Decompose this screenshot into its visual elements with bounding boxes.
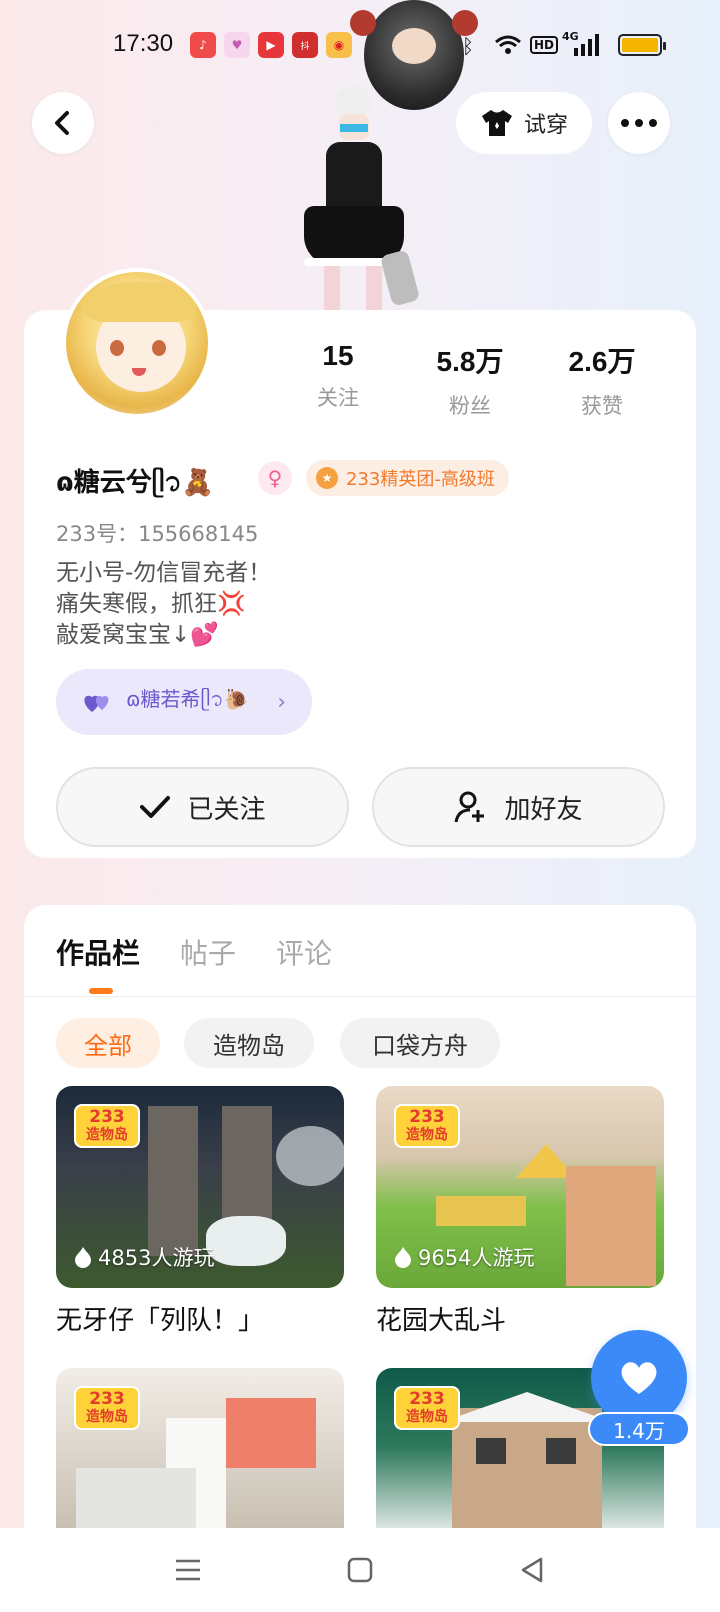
relation-name: ɷ糖若希ᥫ᭡🐌 [126, 687, 249, 711]
weibo-app-icon: ◉ [326, 32, 352, 58]
music-app-icon: ♪ [190, 32, 216, 58]
tab-bar: 作品栏 帖子 评论 [56, 932, 332, 972]
followed-button[interactable]: 已关注 [56, 767, 349, 847]
stat-fans-value: 5.8万 [436, 346, 504, 377]
user-id[interactable]: 233号：155668145 [56, 518, 258, 548]
tshirt-icon [481, 110, 512, 136]
stat-likes-value: 2.6万 [568, 346, 636, 377]
flame-icon [75, 1247, 91, 1268]
stat-likes-label: 获赞 [581, 394, 623, 418]
stat-following-value: 15 [322, 340, 354, 371]
tab-indicator [89, 988, 113, 994]
bio: 无小号-勿信冒充者！ 痛失寒假，抓狂💢 敲爱窝宝宝↓💕 [56, 558, 271, 651]
female-gender-icon: ♀ [258, 461, 292, 495]
status-time: 17:30 [113, 30, 174, 57]
stat-fans-label: 粉丝 [449, 394, 491, 418]
work-thumbnail[interactable]: 233 造物岛 9654人游玩 [376, 1086, 664, 1288]
check-icon [140, 796, 171, 818]
filter-pocket-ark[interactable]: 口袋方舟 [340, 1018, 500, 1068]
more-dots-icon [621, 119, 657, 127]
news-app-icon: 抖 [292, 32, 318, 58]
play-count: 9654人游玩 [394, 1242, 534, 1272]
bio-line: 敲爱窝宝宝↓💕 [56, 622, 219, 648]
game-logo: 233 造物岛 [74, 1104, 140, 1148]
try-on-button[interactable]: 试穿 [456, 92, 592, 154]
home-square-icon[interactable] [340, 1550, 380, 1590]
tab-posts[interactable]: 帖子 [180, 932, 236, 972]
add-user-icon [455, 791, 485, 823]
flame-icon [395, 1247, 411, 1268]
elite-badge[interactable]: ★ 233精英团-高级班 [306, 460, 509, 496]
double-heart-icon [84, 695, 109, 712]
stat-following-label: 关注 [317, 386, 359, 410]
try-on-label: 试穿 [523, 113, 568, 138]
tab-comments[interactable]: 评论 [276, 932, 332, 972]
game-logo: 233 造物岛 [74, 1386, 140, 1430]
filter-creation-island[interactable]: 造物岛 [184, 1018, 314, 1068]
hd-icon: HD [530, 36, 559, 54]
add-friend-button[interactable]: 加好友 [372, 767, 665, 847]
work-thumbnail[interactable]: 233 造物岛 [56, 1368, 344, 1528]
game-logo: 233 造物岛 [394, 1386, 460, 1430]
heart-icon [621, 1362, 657, 1394]
username: ɷ糖云兮ᥫ᭡🧸 [56, 468, 215, 498]
add-friend-label: 加好友 [504, 794, 583, 825]
stat-fans[interactable]: 5.8万 粉丝 [400, 340, 540, 420]
medal-icon: ★ [316, 467, 338, 489]
back-triangle-icon[interactable] [512, 1550, 552, 1590]
back-button[interactable] [32, 92, 94, 154]
game-logo: 233 造物岛 [394, 1104, 460, 1148]
battery-icon [618, 34, 666, 56]
chevron-right-icon: › [277, 689, 286, 715]
menu-icon[interactable] [168, 1550, 208, 1590]
filter-all[interactable]: 全部 [56, 1018, 160, 1068]
followed-label: 已关注 [187, 794, 266, 825]
work-title[interactable]: 无牙仔「列队！」 [56, 1300, 264, 1337]
divider [24, 996, 696, 997]
chat-app-icon: ♥ [224, 32, 250, 58]
elite-badge-label: 233精英团-高级班 [346, 469, 495, 490]
like-count: 1.4万 [588, 1412, 690, 1446]
relation-pill[interactable]: ɷ糖若希ᥫ᭡🐌 › [56, 669, 312, 735]
work-thumbnail[interactable]: 233 造物岛 4853人游玩 [56, 1086, 344, 1288]
play-count: 4853人游玩 [74, 1242, 214, 1272]
profile-avatar[interactable] [62, 268, 212, 418]
bio-line: 无小号-勿信冒充者！ [56, 560, 272, 586]
stat-following[interactable]: 15 关注 [268, 340, 408, 412]
work-title[interactable]: 花园大乱斗 [376, 1300, 506, 1337]
video-app-icon: ▶ [258, 32, 284, 58]
back-arrow-icon [55, 111, 69, 135]
more-button[interactable] [608, 92, 670, 154]
bio-line: 痛失寒假，抓狂💢 [56, 591, 246, 617]
system-nav-bar [0, 1528, 720, 1612]
stat-likes: 2.6万 获赞 [532, 340, 672, 420]
avatar-character [290, 86, 421, 312]
wifi-icon [494, 34, 522, 61]
tab-works[interactable]: 作品栏 [56, 932, 140, 972]
signal-icon [570, 34, 600, 61]
